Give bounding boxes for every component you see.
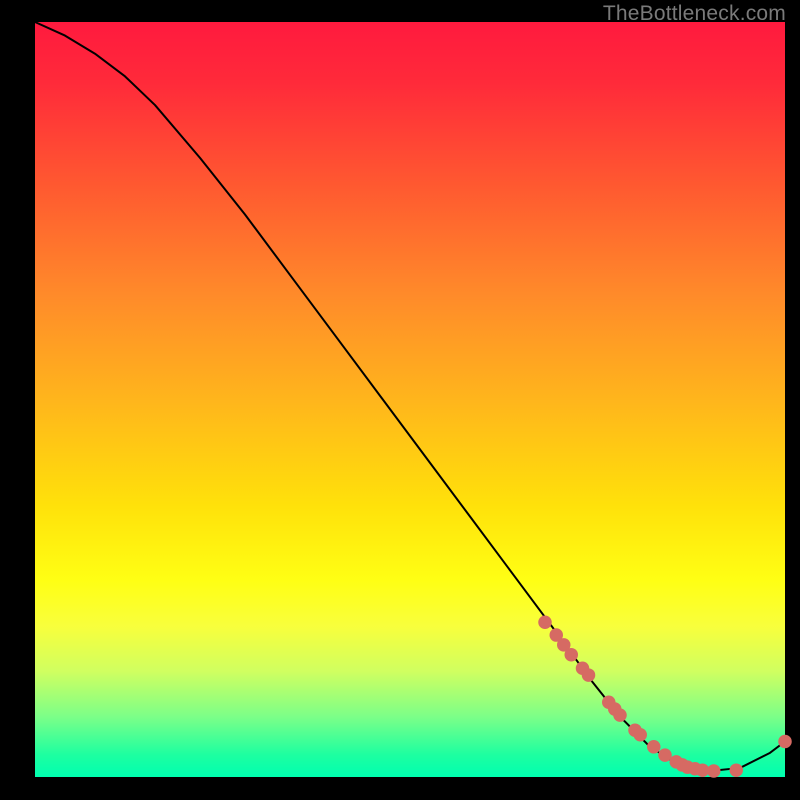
data-point xyxy=(647,740,661,754)
watermark-text: TheBottleneck.com xyxy=(603,2,786,26)
plot-area xyxy=(35,22,785,777)
data-point xyxy=(613,708,627,722)
chart-svg xyxy=(35,22,785,777)
data-point xyxy=(634,728,648,742)
data-point xyxy=(565,648,579,662)
chart-stage: TheBottleneck.com xyxy=(0,0,800,800)
data-point xyxy=(538,615,552,629)
data-point xyxy=(707,764,721,778)
data-markers xyxy=(538,615,792,777)
data-point xyxy=(658,748,672,762)
data-point xyxy=(730,763,744,777)
data-point xyxy=(582,668,596,682)
bottleneck-curve xyxy=(35,22,785,771)
data-point xyxy=(778,735,792,749)
